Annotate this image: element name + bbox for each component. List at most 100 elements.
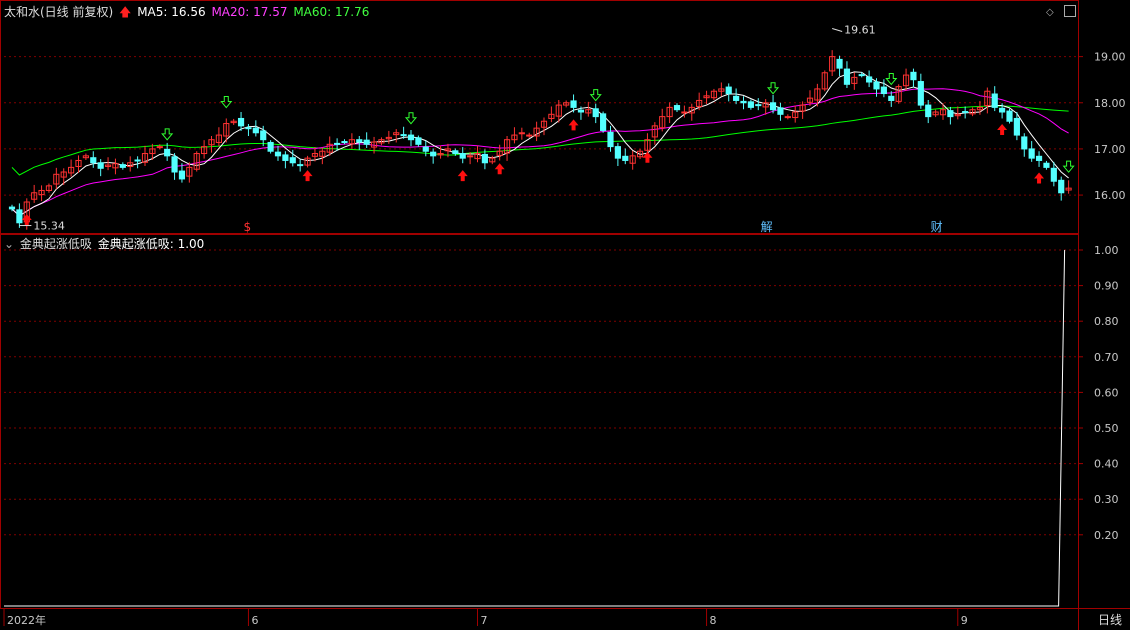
- low-price-label: 15.34: [33, 220, 64, 233]
- candle-body: [866, 76, 873, 83]
- up-arrow-icon: 🡅: [119, 5, 132, 19]
- candle-body: [607, 131, 614, 148]
- indicator-panel-frame: [0, 234, 1079, 609]
- diamond-icon[interactable]: ◇: [1046, 7, 1057, 18]
- candle-body: [577, 109, 585, 113]
- x-tick-label: 9: [961, 614, 968, 627]
- candle-body: [873, 81, 880, 90]
- candle-body: [518, 132, 525, 135]
- candle-body: [910, 71, 917, 81]
- indicator-y-tick-label: 0.20: [1094, 529, 1119, 542]
- candle-body: [880, 86, 887, 95]
- event-marker: 财: [931, 220, 943, 234]
- candle-body: [459, 153, 466, 159]
- candle-body: [1013, 117, 1020, 136]
- candle-body: [725, 86, 732, 95]
- candle-body: [614, 146, 621, 159]
- candle-body: [289, 157, 296, 164]
- period-label[interactable]: 日线: [1098, 611, 1122, 628]
- candle-body: [467, 155, 474, 158]
- candle-body: [90, 157, 97, 164]
- candle-body: [777, 107, 784, 115]
- ma5-label: MA5: 16.56: [137, 5, 206, 19]
- event-marker: $: [243, 220, 251, 234]
- candle-body: [274, 151, 282, 157]
- ma60-label: MA60: 17.76: [293, 5, 370, 19]
- sell-arrow-icon: [220, 96, 233, 109]
- buy-arrow-icon: [21, 214, 32, 225]
- candle-body: [134, 159, 141, 162]
- indicator-y-tick-label: 1.00: [1094, 244, 1119, 257]
- candle-body: [740, 100, 747, 104]
- ma5-line: [11, 71, 1069, 217]
- x-tick-label: 7: [481, 614, 488, 627]
- candle-body: [888, 95, 895, 101]
- candle-body: [156, 146, 163, 149]
- buy-arrow-icon: [302, 170, 313, 182]
- candle-body: [334, 142, 341, 145]
- candle-body: [452, 150, 459, 155]
- chevron-down-icon[interactable]: ⌄: [4, 237, 14, 251]
- candle-body: [400, 134, 407, 137]
- candle-body: [917, 81, 924, 106]
- sell-arrow-icon: [766, 82, 780, 95]
- buy-arrow-icon: [568, 119, 579, 131]
- candle-body: [1050, 167, 1057, 182]
- indicator-y-tick-label: 0.30: [1094, 493, 1119, 506]
- candle-body: [592, 108, 599, 118]
- sell-arrow-icon: [885, 72, 898, 86]
- candle-body: [16, 209, 23, 224]
- candle-body: [1028, 148, 1035, 159]
- candle-body: [430, 151, 437, 157]
- candle-body: [164, 148, 171, 157]
- candle-body: [784, 116, 791, 119]
- sell-arrow-icon: [404, 112, 418, 125]
- candle-body: [356, 139, 363, 143]
- candle-body: [252, 127, 259, 134]
- main-y-tick-label: 16.00: [1094, 189, 1126, 202]
- candle-body: [858, 74, 865, 77]
- candle-body: [733, 95, 740, 101]
- main-header: 太和水(日线 前复权) 🡅 MA5: 16.56 MA20: 17.57 MA6…: [4, 5, 371, 19]
- main-y-tick-label: 18.00: [1094, 97, 1126, 110]
- high-price-label: 19.61: [844, 23, 876, 36]
- indicator-y-tick-label: 0.70: [1094, 351, 1119, 364]
- candle-body: [407, 134, 415, 141]
- buy-arrow-icon: [494, 163, 505, 175]
- ma60-line: [11, 105, 1069, 176]
- candle-body: [962, 111, 969, 114]
- event-marker: 解: [761, 220, 773, 234]
- candle-body: [843, 68, 851, 85]
- indicator-y-tick-label: 0.50: [1094, 422, 1119, 435]
- high-pointer: [832, 27, 843, 32]
- stock-title: 太和水(日线 前复权): [4, 5, 114, 19]
- main-y-tick-label: 19.00: [1094, 51, 1126, 64]
- buy-arrow-icon: [457, 170, 468, 182]
- ma20-line: [11, 88, 1069, 217]
- x-tick-label: 6: [251, 614, 258, 627]
- candle-body: [237, 117, 245, 127]
- candle-body: [769, 102, 777, 111]
- candle-body: [422, 146, 429, 152]
- candle-body: [282, 154, 289, 161]
- sell-arrow-icon: [1062, 160, 1075, 173]
- candle-body: [267, 141, 274, 152]
- indicator-y-tick-label: 0.80: [1094, 315, 1119, 328]
- buy-arrow-icon: [1034, 172, 1045, 184]
- candle-body: [947, 110, 954, 118]
- indicator-value-label: 金典起涨低吸: 1.00: [97, 237, 205, 251]
- indicator-header: ⌄ 金典起涨低吸 金典起涨低吸: 1.00: [4, 237, 206, 251]
- x-tick-label: 2022年: [7, 613, 46, 627]
- candle-body: [415, 137, 422, 145]
- candle-body: [1058, 179, 1065, 194]
- buy-arrow-icon: [997, 124, 1008, 135]
- sell-arrow-icon: [589, 89, 602, 102]
- indicator-title: 金典起涨低吸: [19, 237, 92, 251]
- main-y-tick-label: 17.00: [1094, 143, 1126, 156]
- candle-body: [925, 104, 932, 118]
- candle-body: [747, 101, 754, 108]
- window-toggle-icon[interactable]: [1064, 5, 1076, 17]
- candle-body: [1006, 110, 1013, 122]
- candle-body: [681, 111, 688, 114]
- candle-body: [245, 127, 252, 130]
